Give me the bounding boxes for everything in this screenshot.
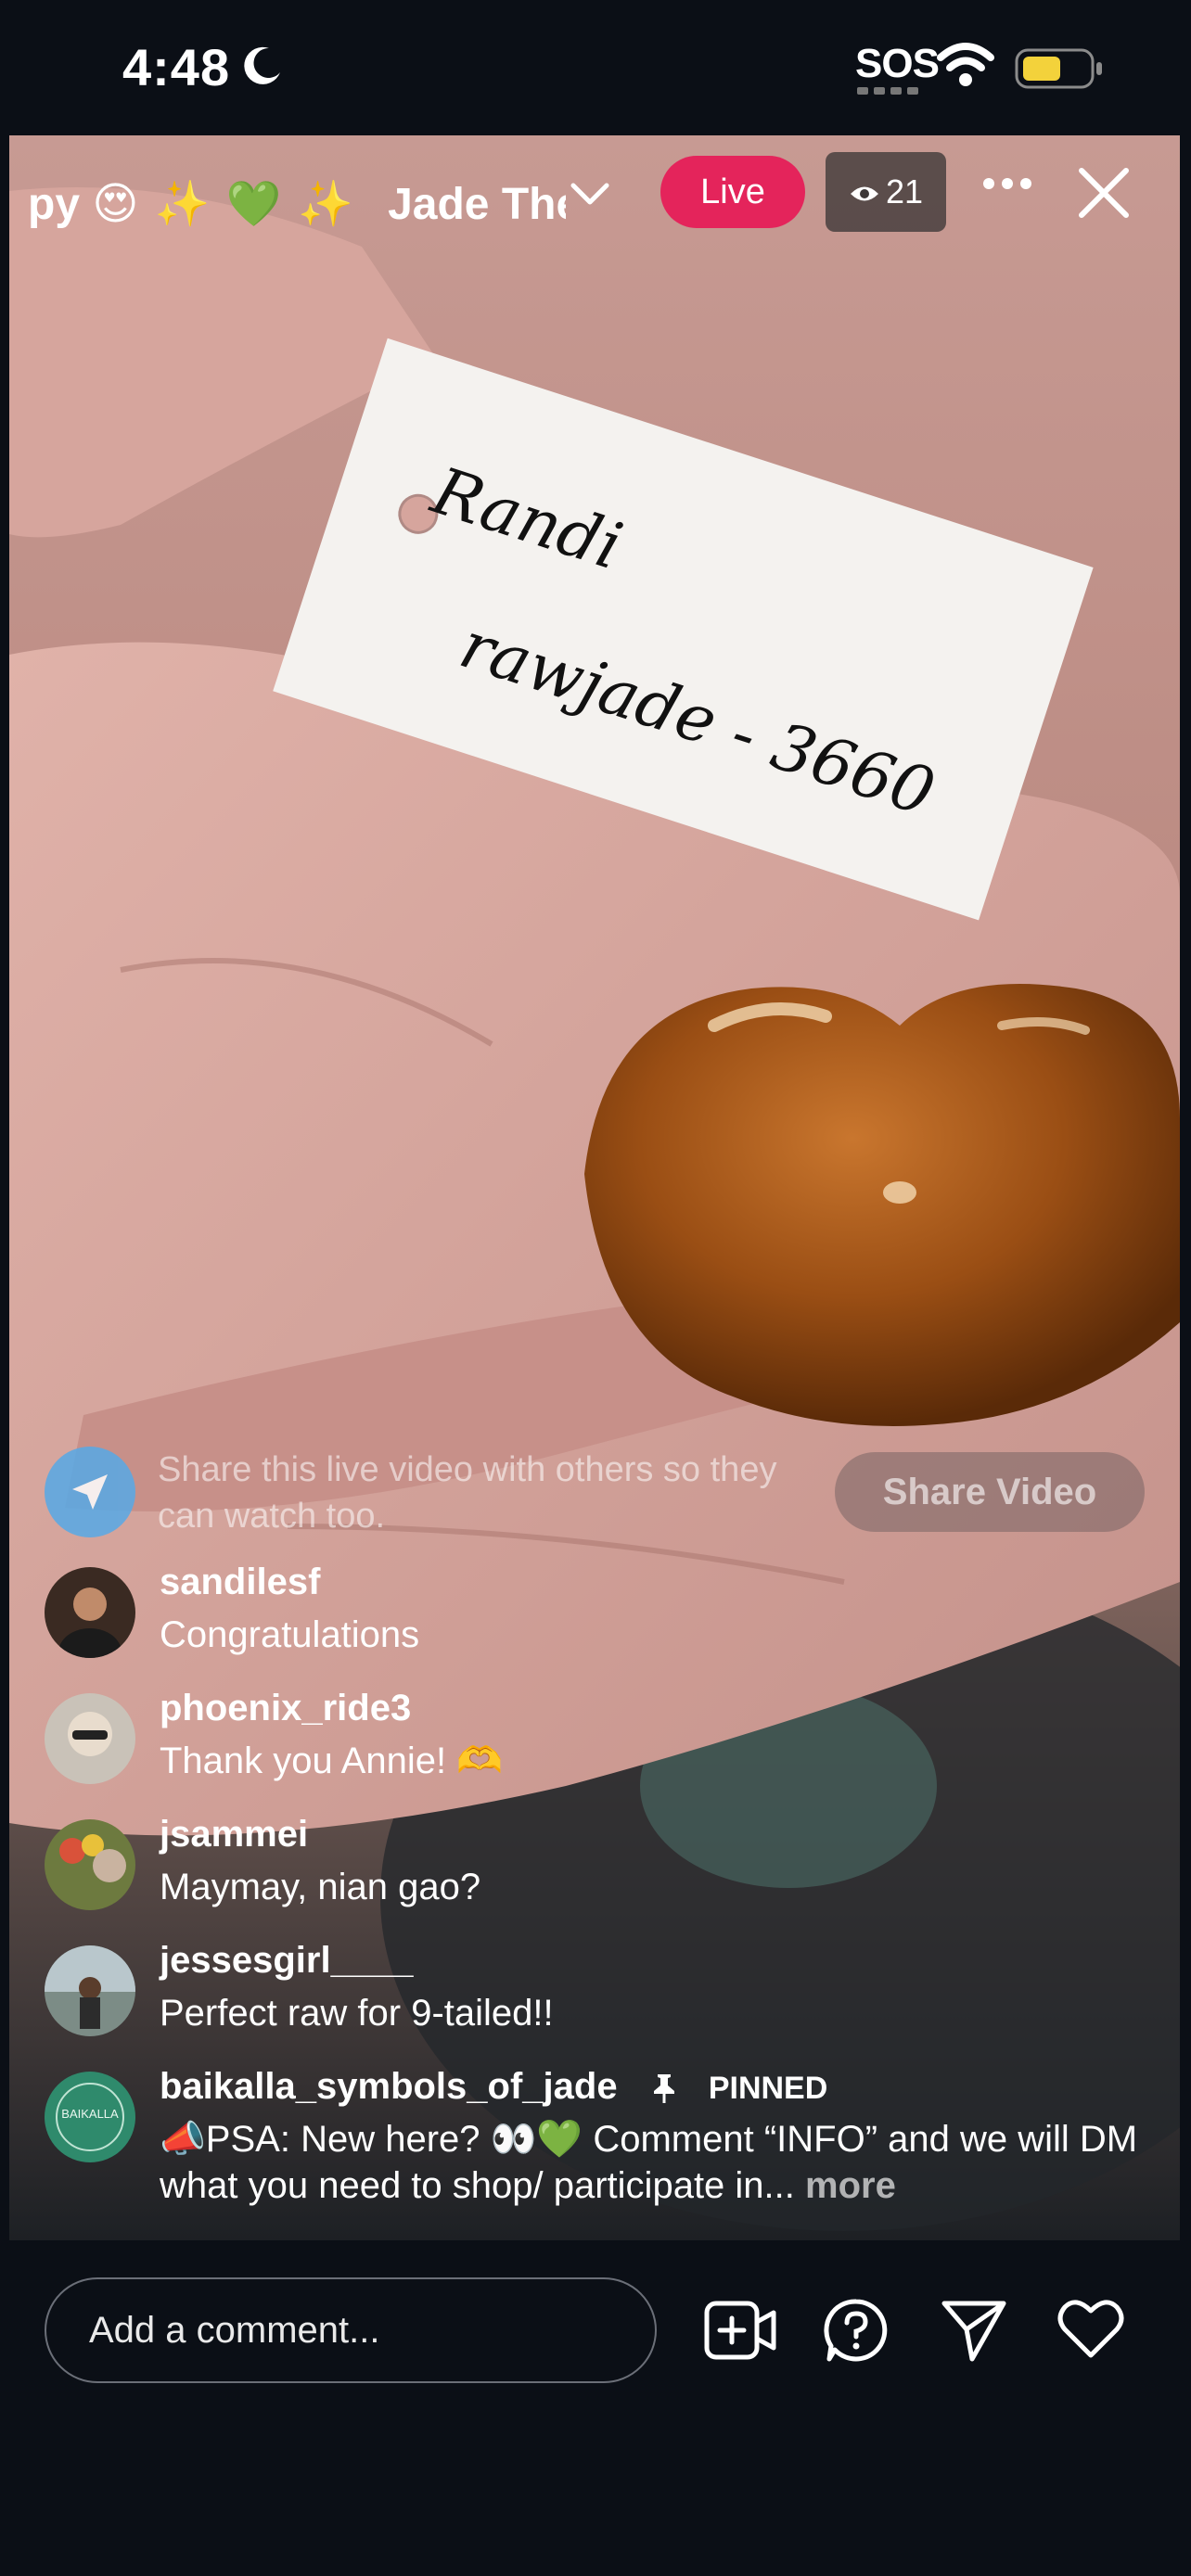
viewer-count: 21 — [885, 172, 924, 210]
viewer-count-badge[interactable]: 21 — [826, 152, 946, 232]
status-time: 4:48 — [122, 38, 231, 96]
avatar[interactable] — [45, 1819, 135, 1910]
sparkles-emoji: ✨ — [154, 178, 211, 230]
question-icon[interactable] — [824, 2298, 889, 2363]
heart-icon[interactable] — [1057, 2298, 1124, 2359]
send-icon — [72, 1474, 108, 1510]
sparkles-emoji: ✨ — [297, 178, 353, 230]
video-frame — [9, 135, 1180, 2240]
pinned-message-text: 📣PSA: New here? 👀💚 Comment “INFO” and we… — [160, 2119, 1138, 2206]
live-badge: Live — [660, 156, 805, 228]
moon-icon — [244, 46, 280, 84]
comment-username[interactable]: baikalla_symbols_of_jade — [160, 2066, 618, 2107]
comment-username-row: baikalla_symbols_of_jade PINNED — [160, 2066, 827, 2108]
green-heart-emoji: 💚 — [225, 178, 282, 230]
comment-username[interactable]: jsammei — [160, 1814, 308, 1855]
wifi-icon — [937, 43, 994, 86]
more-options-icon[interactable] — [981, 176, 1033, 191]
comment-username[interactable]: sandilesf — [160, 1562, 320, 1603]
chevron-down-icon[interactable] — [570, 180, 610, 208]
live-title-marquee[interactable]: py 😍 ✨ 💚 ✨ Jade The — [28, 167, 566, 241]
comment-message: Congratulations — [160, 1614, 420, 1655]
share-prompt-icon — [45, 1447, 135, 1537]
avatar[interactable] — [45, 1945, 135, 2036]
add-video-icon[interactable] — [703, 2298, 777, 2363]
comment-message: Thank you Annie! 🫶 — [160, 1741, 504, 1781]
avatar[interactable]: BAIKALLA — [45, 2072, 135, 2162]
comment-username[interactable]: jessesgirl____ — [160, 1940, 414, 1982]
comment-message: 📣PSA: New here? 👀💚 Comment “INFO” and we… — [160, 2116, 1161, 2209]
signal-dots-icon — [857, 87, 918, 95]
live-title: Jade The — [388, 180, 566, 229]
avatar[interactable] — [45, 1693, 135, 1784]
battery-icon — [1015, 48, 1102, 89]
comment-input[interactable]: Add a comment... — [45, 2277, 657, 2383]
pinned-label: PINNED — [708, 2071, 828, 2106]
pin-icon — [653, 2074, 674, 2104]
live-video[interactable]: Randi rawjade - 3660 — [9, 135, 1180, 2240]
share-video-button[interactable]: Share Video — [835, 1452, 1145, 1532]
more-link[interactable]: more — [805, 2165, 896, 2206]
comment-username[interactable]: phoenix_ride3 — [160, 1688, 411, 1729]
avatar[interactable] — [45, 1567, 135, 1658]
scrolling-text: py — [28, 180, 81, 229]
avatar-logo-text: BAIKALLA — [61, 2107, 119, 2121]
comment-message: Perfect raw for 9-tailed!! — [160, 1993, 554, 2034]
heart-eyes-emoji: 😍 — [92, 178, 139, 230]
send-icon[interactable] — [941, 2298, 1007, 2363]
comment-message: Maymay, nian gao? — [160, 1867, 481, 1907]
share-prompt-text: Share this live video with others so the… — [158, 1450, 777, 1536]
close-icon[interactable] — [1076, 165, 1132, 221]
sos-indicator: SOS — [855, 41, 940, 86]
eye-icon — [850, 186, 878, 201]
